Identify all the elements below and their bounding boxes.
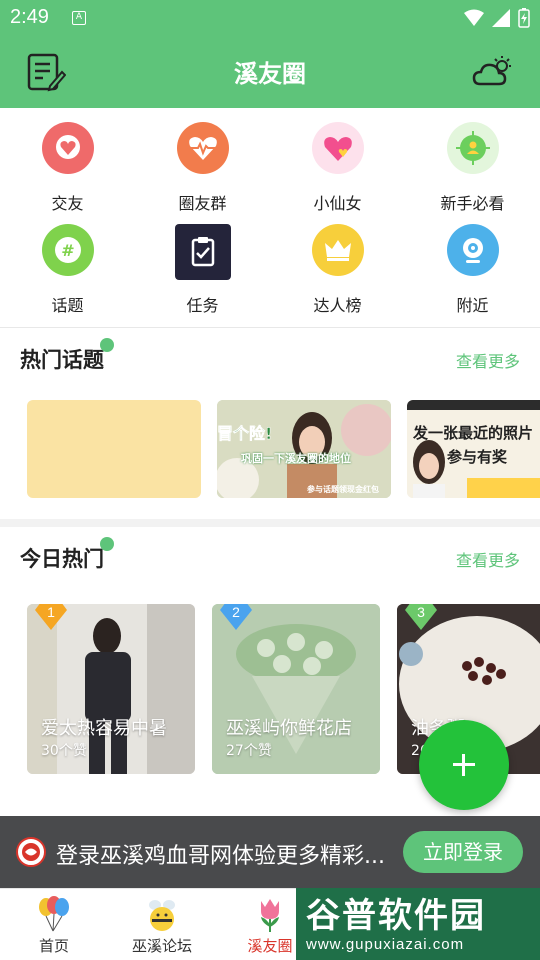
quick-item-fairy[interactable]: 小仙女 bbox=[270, 118, 405, 218]
rank-badge: 2 bbox=[220, 604, 252, 632]
status-time: 2:49 bbox=[10, 6, 49, 28]
quick-item-label: 附近 bbox=[456, 296, 489, 315]
watermark-title: 谷普软件园 bbox=[306, 896, 486, 936]
topic-subcaption: 参与有奖 bbox=[447, 448, 508, 466]
target-person-icon bbox=[447, 122, 499, 174]
watermark: 谷普软件园 www.gupuxiazai.com bbox=[296, 888, 540, 960]
battery-icon bbox=[518, 8, 530, 28]
section-dot bbox=[100, 338, 114, 352]
title-bar: 溪友圈 bbox=[0, 36, 540, 108]
quick-item-label: 达人榜 bbox=[313, 296, 362, 315]
status-icons bbox=[464, 8, 530, 28]
login-banner: 登录巫溪鸡血哥网体验更多精彩... 立即登录 bbox=[0, 816, 540, 888]
hot-topics-more-link[interactable]: 查看更多 bbox=[456, 348, 520, 372]
notification-icon: A bbox=[72, 11, 86, 25]
hot-post-likes: 30个赞 bbox=[41, 743, 87, 759]
signal-icon bbox=[492, 9, 510, 27]
tab-home[interactable]: 首页 bbox=[0, 889, 108, 960]
crown-icon bbox=[312, 224, 364, 276]
svg-text:#: # bbox=[61, 241, 74, 260]
quick-item-circle-groups[interactable]: 圈友群 bbox=[135, 118, 270, 218]
quick-menu-grid: 交友 圈友群 小仙女 新手必看 # 话题 任务 达人榜 附近 bbox=[0, 118, 540, 318]
quick-item-label: 小仙女 bbox=[313, 194, 362, 213]
camera-lens-icon bbox=[447, 224, 499, 276]
tab-label: 巫溪论坛 bbox=[131, 937, 192, 955]
topic-card[interactable]: 冒个险! 巩固一下溪友圈的地位 参与话题领现金红包 bbox=[217, 400, 391, 498]
balloons-icon bbox=[37, 895, 71, 933]
wifi-icon bbox=[464, 9, 484, 26]
hot-post-card[interactable]: 2 巫溪屿你鲜花店 27个赞 bbox=[212, 604, 380, 774]
divider bbox=[0, 519, 540, 527]
hot-post-card[interactable]: 1 爱太热容易中暑 30个赞 bbox=[27, 604, 195, 774]
quick-item-newbie-guide[interactable]: 新手必看 bbox=[405, 118, 540, 218]
quick-item-nearby[interactable]: 附近 bbox=[405, 220, 540, 320]
hashtag-icon: # bbox=[42, 224, 94, 276]
page-title: 溪友圈 bbox=[234, 60, 306, 88]
section-dot bbox=[100, 537, 114, 551]
login-button[interactable]: 立即登录 bbox=[403, 831, 523, 873]
hot-topics-header: 热门话题 查看更多 bbox=[0, 336, 540, 376]
watermark-url: www.gupuxiazai.com bbox=[306, 936, 465, 953]
quick-item-label: 交友 bbox=[51, 194, 84, 213]
quick-item-topics[interactable]: # 话题 bbox=[0, 220, 135, 320]
quick-item-make-friends[interactable]: 交友 bbox=[0, 118, 135, 218]
login-prompt: 登录巫溪鸡血哥网体验更多精彩... bbox=[56, 844, 385, 869]
heart-chat-icon bbox=[42, 122, 94, 174]
hot-post-likes: 27个赞 bbox=[226, 743, 272, 759]
today-hot-more-link[interactable]: 查看更多 bbox=[456, 547, 520, 571]
app-header: 2:49 A 溪友圈 bbox=[0, 0, 540, 108]
hot-post-title: 爱太热容易中暑 bbox=[41, 718, 167, 739]
topic-caption: 发一张最近的照片 bbox=[413, 424, 534, 442]
today-hot-header: 今日热门 查看更多 bbox=[0, 535, 540, 575]
topic-footer: 参与话题领现金红包 bbox=[307, 485, 379, 494]
clipboard-check-icon bbox=[175, 224, 231, 280]
quick-item-label: 任务 bbox=[186, 296, 219, 315]
tulip-icon bbox=[253, 895, 287, 933]
quick-item-leaderboard[interactable]: 达人榜 bbox=[270, 220, 405, 320]
topic-caption: 冒个险! bbox=[217, 424, 273, 444]
plus-icon bbox=[462, 754, 465, 776]
hot-post-title: 巫溪屿你鲜花店 bbox=[226, 718, 352, 739]
rank-badge: 1 bbox=[35, 604, 67, 632]
topic-card[interactable] bbox=[27, 400, 201, 498]
heart-pulse-icon bbox=[177, 122, 229, 174]
create-post-button[interactable] bbox=[419, 720, 509, 810]
bee-icon bbox=[145, 895, 179, 933]
quick-item-tasks[interactable]: 任务 bbox=[135, 220, 270, 320]
quick-item-label: 圈友群 bbox=[178, 194, 227, 213]
tab-label: 首页 bbox=[38, 937, 69, 955]
quick-item-label: 新手必看 bbox=[440, 194, 505, 213]
section-title: 热门话题 bbox=[20, 348, 104, 372]
divider bbox=[0, 327, 540, 328]
section-title: 今日热门 bbox=[20, 547, 104, 571]
quick-item-label: 话题 bbox=[51, 296, 84, 315]
site-logo-icon bbox=[16, 837, 46, 867]
status-bar: 2:49 A bbox=[0, 0, 540, 36]
heart-icon bbox=[312, 122, 364, 174]
topic-card[interactable]: 发一张最近的照片 参与有奖 bbox=[407, 400, 540, 498]
topic-subcaption: 巩固一下溪友圈的地位 bbox=[241, 452, 351, 465]
tab-forum[interactable]: 巫溪论坛 bbox=[108, 889, 216, 960]
weather-icon[interactable] bbox=[472, 54, 514, 90]
rank-badge: 3 bbox=[405, 604, 437, 632]
